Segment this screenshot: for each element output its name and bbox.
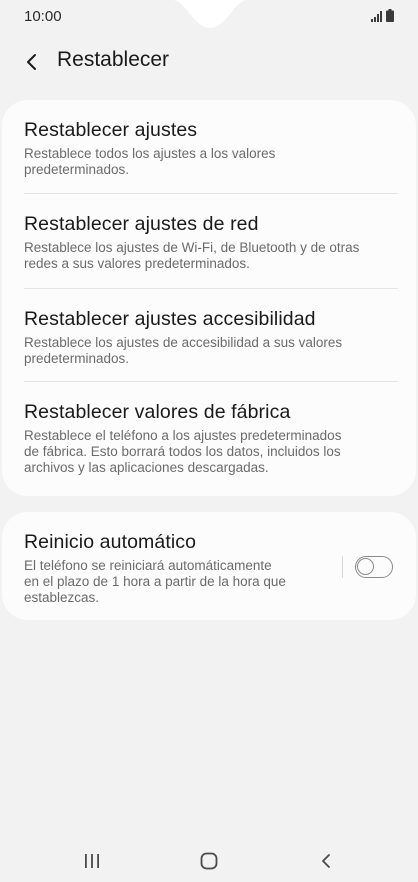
description-line: Restablece todos los ajustes a los valor…	[24, 146, 276, 161]
reset-options-card: Restablecer ajustes Restablece todos los…	[2, 100, 416, 496]
toggle-separator	[342, 556, 343, 578]
description-line: archivos y las aplicaciones descargadas.	[24, 460, 269, 475]
item-title: Reinicio automático	[24, 531, 197, 553]
camera-notch	[173, 0, 247, 28]
auto-restart-card: Reinicio automático El teléfono se reini…	[2, 512, 416, 620]
divider	[24, 381, 398, 382]
description-line: redes a sus valores predeterminados.	[24, 256, 250, 271]
status-icons	[371, 9, 394, 22]
recent-apps-icon	[85, 854, 99, 868]
item-description: Restablece todos los ajustes a los valor…	[24, 146, 394, 178]
back-icon	[322, 854, 330, 868]
description-line: establezcas.	[24, 590, 100, 605]
description-line: Restablece el teléfono a los ajustes pre…	[24, 428, 342, 443]
reset-settings-item[interactable]: Restablecer ajustes Restablece todos los…	[2, 118, 416, 178]
reset-network-settings-item[interactable]: Restablecer ajustes de red Restablece lo…	[2, 212, 416, 272]
divider	[24, 288, 398, 289]
back-button[interactable]	[18, 48, 46, 76]
item-description: El teléfono se reiniciará automáticament…	[24, 558, 332, 606]
item-title: Restablecer ajustes accesibilidad	[24, 308, 316, 330]
home-button[interactable]	[189, 846, 229, 876]
recent-apps-button[interactable]	[72, 846, 112, 876]
page-title: Restablecer	[57, 48, 170, 71]
item-title: Restablecer ajustes de red	[24, 213, 259, 235]
status-bar: 10:00	[0, 0, 418, 34]
signal-icon	[371, 11, 382, 22]
auto-restart-toggle[interactable]	[355, 556, 393, 578]
description-line: en el plazo de 1 hora a partir de la hor…	[24, 574, 286, 589]
toggle-knob	[357, 558, 374, 575]
divider	[24, 193, 398, 194]
status-time: 10:00	[24, 8, 62, 25]
description-line: Restablece los ajustes de accesibilidad …	[24, 335, 343, 350]
app-header: Restablecer	[0, 40, 418, 84]
chevron-left-icon	[27, 54, 36, 70]
nav-back-button[interactable]	[306, 846, 346, 876]
item-title: Restablecer valores de fábrica	[24, 401, 291, 423]
reset-accessibility-settings-item[interactable]: Restablecer ajustes accesibilidad Restab…	[2, 307, 416, 367]
auto-restart-item[interactable]: Reinicio automático El teléfono se reini…	[2, 530, 332, 606]
navigation-bar	[0, 840, 418, 882]
description-line: El teléfono se reiniciará automáticament…	[24, 558, 272, 573]
description-line: de fábrica. Esto borrará todos los datos…	[24, 444, 341, 459]
item-title: Restablecer ajustes	[24, 119, 198, 141]
factory-reset-item[interactable]: Restablecer valores de fábrica Restablec…	[2, 400, 416, 476]
item-description: Restablece los ajustes de Wi-Fi, de Blue…	[24, 240, 394, 272]
battery-icon	[386, 9, 394, 22]
home-icon	[200, 852, 218, 870]
description-line: predeterminados.	[24, 162, 130, 177]
description-line: Restablece los ajustes de Wi-Fi, de Blue…	[24, 240, 360, 255]
item-description: Restablece los ajustes de accesibilidad …	[24, 335, 394, 367]
item-description: Restablece el teléfono a los ajustes pre…	[24, 428, 394, 476]
description-line: predeterminados.	[24, 351, 130, 366]
